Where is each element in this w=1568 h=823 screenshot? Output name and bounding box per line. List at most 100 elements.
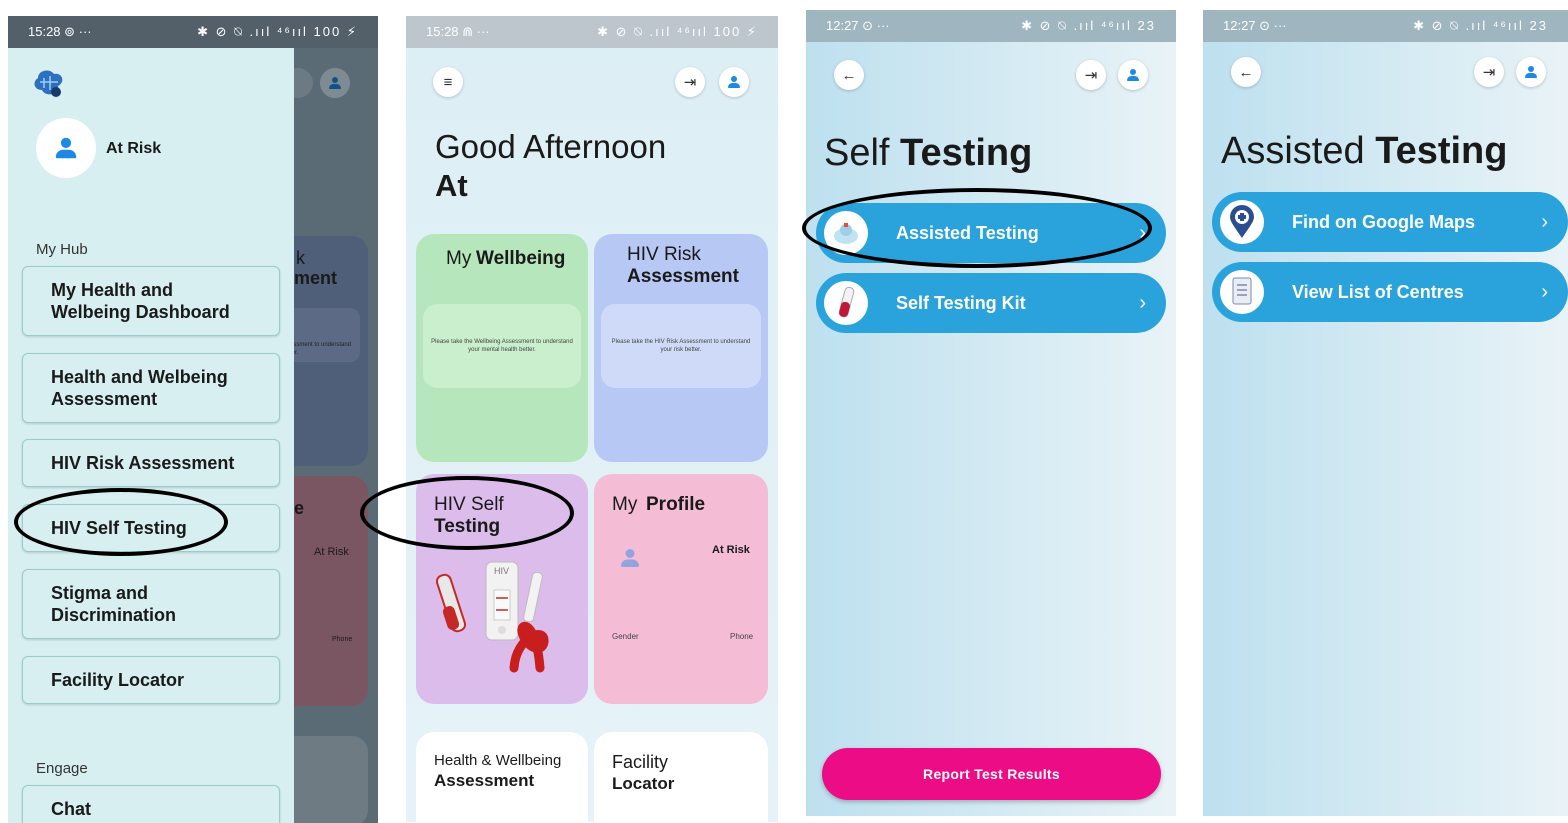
tile-note: Please take the HIV Risk Assessment to u…	[601, 304, 761, 388]
app-logo-icon	[34, 70, 63, 97]
menu-item-label: HIV Risk Assessment	[51, 453, 235, 473]
hamburger-menu-icon[interactable]: ≡	[433, 67, 463, 97]
test-tube-icon	[824, 281, 868, 325]
tile-title-bold: Assessment	[627, 266, 739, 287]
chevron-right-icon: ›	[1541, 280, 1548, 303]
logout-icon[interactable]: ⇥	[1474, 57, 1504, 87]
tile-title-bold: Wellbeing	[476, 248, 566, 269]
profile-button[interactable]	[1516, 57, 1546, 87]
self-testing-kit-button[interactable]: Self Testing Kit ›	[816, 273, 1166, 333]
option-label: Assisted Testing	[896, 222, 1039, 243]
menu-item-label: Stigma and Discrimination	[51, 583, 177, 625]
svg-text:HIV: HIV	[494, 566, 509, 576]
tile-title-bold: Profile	[646, 494, 706, 515]
tile-hiv-risk[interactable]: HIV Risk Assessment Please take the HIV …	[594, 234, 768, 462]
dimmed-text: ment	[294, 268, 338, 288]
status-time: 15:28 ⊚ ···	[28, 24, 92, 39]
chevron-right-icon: ›	[1541, 210, 1548, 233]
report-test-results-button[interactable]: Report Test Results	[822, 748, 1161, 800]
profile-name: At Risk	[106, 140, 162, 157]
status-icons: ✱ ⊘ ⍉ .ııl ⁴⁶ııl 100 ⚡	[197, 24, 358, 39]
screen-navigation-drawer: 15:28 ⊚ ··· ✱ ⊘ ⍉ .ııl ⁴⁶ııl 100 ⚡ k men…	[8, 16, 378, 823]
menu-item-facility-locator[interactable]: Facility Locator	[22, 656, 280, 704]
assisted-testing-button[interactable]: Assisted Testing ›	[816, 203, 1166, 263]
profile-button[interactable]	[1118, 60, 1148, 90]
status-time: 12:27 ⊙ ···	[1223, 18, 1287, 33]
navigation-drawer: At Risk My Hub My Health and Welbeing Da…	[8, 48, 294, 823]
greeting-title: Good Afternoon	[435, 128, 667, 165]
person-icon	[1127, 69, 1139, 81]
menu-item-label: Health and Welbeing Assessment	[51, 367, 228, 409]
tile-title-light: My	[446, 248, 472, 269]
profile-gender-label: Gender	[612, 632, 639, 641]
tile-facility-locator[interactable]: Facility Locator	[594, 732, 768, 822]
page-title: Self Testing	[824, 132, 1033, 174]
menu-item-label: Chat	[51, 799, 91, 819]
status-bar: 15:28 ⋒ ··· ✱ ⊘ ⍉ .ııl ⁴⁶ııl 100 ⚡	[406, 16, 778, 48]
greeting-name: At	[435, 168, 468, 203]
chevron-right-icon: ›	[1139, 221, 1146, 244]
menu-item-hiv-self-testing[interactable]: HIV Self Testing	[22, 504, 280, 552]
tile-title-light: Facility	[612, 752, 669, 772]
menu-item-wellbeing-assessment[interactable]: Health and Welbeing Assessment	[22, 353, 280, 423]
screen-self-testing: 12:27 ⊙ ··· ✱ ⊘ ⍉ .ııl ⁴⁶ııl 23 ← ⇥ Self…	[806, 10, 1176, 816]
tile-health-wellbeing-assessment[interactable]: Health & Wellbeing Assessment	[416, 732, 588, 822]
dimmed-text: At Risk	[314, 546, 349, 558]
nurse-icon	[824, 211, 868, 255]
profile-phone-label: Phone	[730, 632, 754, 641]
menu-item-label: HIV Self Testing	[51, 518, 187, 538]
logout-icon[interactable]: ⇥	[1076, 60, 1106, 90]
status-time: 12:27 ⊙ ···	[826, 18, 890, 33]
tile-my-profile[interactable]: My Profile At Risk Gender Phone	[594, 474, 768, 704]
person-icon	[728, 76, 740, 88]
menu-item-chat[interactable]: Chat	[22, 785, 280, 823]
status-bar: 12:27 ⊙ ··· ✱ ⊘ ⍉ .ııl ⁴⁶ııl 23	[806, 10, 1176, 42]
tile-hiv-self-testing[interactable]: HIV Self Testing HIV	[416, 474, 588, 704]
tile-title-light: Health & Wellbeing	[434, 752, 562, 769]
tile-title-light: HIV Risk	[627, 244, 701, 265]
status-bar: 12:27 ⊙ ··· ✱ ⊘ ⍉ .ııl ⁴⁶ııl 23	[1203, 10, 1568, 42]
dimmed-text: Phone	[332, 636, 353, 643]
chevron-right-icon: ›	[1139, 291, 1146, 314]
menu-item-dashboard[interactable]: My Health and Welbeing Dashboard	[22, 266, 280, 336]
hiv-test-kit-icon: HIV	[436, 561, 549, 673]
view-list-of-centres-button[interactable]: View List of Centres ›	[1212, 262, 1568, 322]
menu-item-stigma-discrimination[interactable]: Stigma and Discrimination	[22, 569, 280, 639]
section-label-engage: Engage	[36, 760, 88, 777]
person-icon	[1525, 66, 1537, 78]
menu-item-label: My Health and Welbeing Dashboard	[51, 280, 230, 322]
screen-home: 15:28 ⋒ ··· ✱ ⊘ ⍉ .ııl ⁴⁶ııl 100 ⚡ ≡ ⇥ G…	[406, 16, 778, 822]
avatar[interactable]	[36, 118, 96, 178]
status-icons: ✱ ⊘ ⍉ .ııl ⁴⁶ııl 100 ⚡	[597, 24, 758, 39]
find-on-google-maps-button[interactable]: Find on Google Maps ›	[1212, 192, 1568, 252]
person-icon	[55, 137, 77, 159]
tile-title-light: HIV Self	[434, 494, 504, 515]
back-arrow-icon[interactable]: ←	[1231, 57, 1261, 87]
tile-note: Please take the Wellbeing Assessment to …	[423, 304, 581, 388]
dimmed-text: k	[296, 248, 305, 268]
option-label: Self Testing Kit	[896, 292, 1026, 313]
menu-item-label: Facility Locator	[51, 670, 185, 690]
tile-title-bold: Assessment	[434, 771, 535, 790]
dimmed-text: essment to understand	[290, 342, 352, 348]
dimmed-profile-icon	[320, 68, 350, 98]
tile-title-bold: Testing	[434, 516, 501, 537]
menu-item-hiv-risk-assessment[interactable]: HIV Risk Assessment	[22, 439, 280, 487]
profile-status: At Risk	[712, 544, 750, 556]
status-time: 15:28 ⋒ ···	[426, 24, 490, 39]
screen-assisted-testing: 12:27 ⊙ ··· ✱ ⊘ ⍉ .ııl ⁴⁶ııl 23 ← ⇥ Assi…	[1203, 10, 1568, 816]
status-icons: ✱ ⊘ ⍉ .ııl ⁴⁶ııl 23	[1413, 18, 1548, 33]
tile-title-light: My	[612, 494, 638, 515]
profile-button[interactable]	[719, 67, 749, 97]
document-list-icon	[1220, 270, 1264, 314]
status-bar: 15:28 ⊚ ··· ✱ ⊘ ⍉ .ııl ⁴⁶ııl 100 ⚡	[8, 16, 378, 48]
tile-my-wellbeing[interactable]: My Wellbeing Please take the Wellbeing A…	[416, 234, 588, 462]
logout-icon[interactable]: ⇥	[675, 67, 705, 97]
option-label: Find on Google Maps	[1292, 211, 1475, 232]
back-arrow-icon[interactable]: ←	[834, 60, 864, 90]
profile-avatar-icon	[621, 549, 639, 567]
option-label: View List of Centres	[1292, 281, 1464, 302]
dimmed-text: e	[294, 498, 305, 518]
map-pin-icon	[1220, 200, 1264, 244]
status-icons: ✱ ⊘ ⍉ .ııl ⁴⁶ııl 23	[1021, 18, 1156, 33]
